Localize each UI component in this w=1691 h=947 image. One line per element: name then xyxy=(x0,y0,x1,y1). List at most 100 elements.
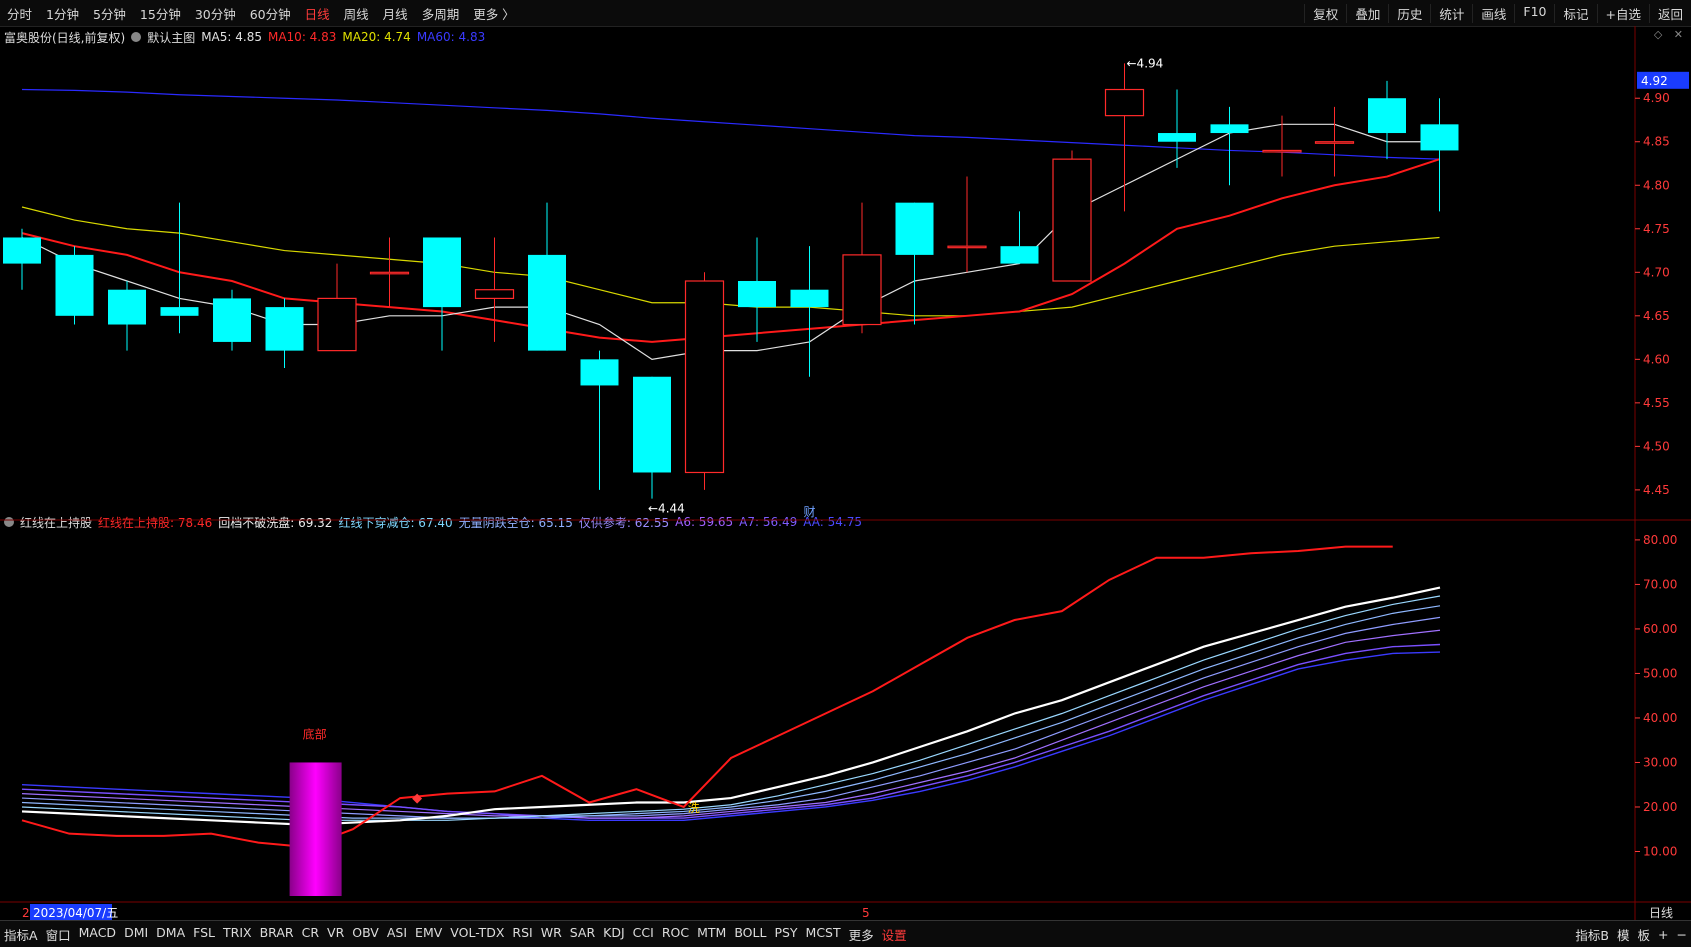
indicator-tab[interactable]: 窗口 xyxy=(42,925,75,944)
bottom-control[interactable]: − xyxy=(1673,927,1691,942)
indicator-tab[interactable]: SAR xyxy=(566,925,599,944)
indicator-tab[interactable]: 指标A xyxy=(0,925,42,944)
indicator-tab[interactable]: DMA xyxy=(152,925,189,944)
indicator-tab[interactable]: KDJ xyxy=(599,925,629,944)
y-tick-label: 4.90 xyxy=(1643,91,1670,105)
axis-marker: 2 xyxy=(22,906,30,920)
toolbar-button[interactable]: +自选 xyxy=(1596,3,1649,23)
toolbar-button[interactable]: 复权 xyxy=(1304,3,1346,23)
period-label: 日线 xyxy=(1649,906,1673,920)
candle-body xyxy=(317,297,357,352)
signal-marker: 洗 xyxy=(688,801,700,815)
y-tick-label: 4.65 xyxy=(1643,309,1670,323)
indicator-tab[interactable]: CCI xyxy=(629,925,658,944)
candle-body xyxy=(55,254,94,316)
high-price-label: ←4.94 xyxy=(1127,56,1164,70)
candle-body xyxy=(528,254,566,351)
period-tab[interactable]: 60分钟 xyxy=(243,4,298,23)
series-line xyxy=(21,629,1441,819)
toolbar-button[interactable]: F10 xyxy=(1514,3,1554,23)
period-tab[interactable]: 周线 xyxy=(337,4,376,23)
candle-body xyxy=(1262,149,1302,153)
candle-body xyxy=(684,280,725,474)
indicator-tab[interactable]: ROC xyxy=(658,925,693,944)
candle-body xyxy=(842,254,882,326)
candle-body xyxy=(108,289,146,325)
period-tab[interactable]: 15分钟 xyxy=(133,4,188,23)
period-tab[interactable]: 分时 xyxy=(0,4,39,23)
candle-body xyxy=(1420,124,1459,151)
series-line xyxy=(21,616,1441,819)
y-tick-label: 4.45 xyxy=(1643,483,1670,497)
candle-body xyxy=(265,307,304,351)
toolbar-button[interactable]: 统计 xyxy=(1430,3,1472,23)
toolbar-button[interactable]: 返回 xyxy=(1648,3,1691,23)
bottom-signal-label: 底部 xyxy=(303,726,327,741)
indicator-tab[interactable]: TRIX xyxy=(219,925,256,944)
bottom-control[interactable]: 模 xyxy=(1613,925,1634,944)
y-tick-label: 70.00 xyxy=(1643,577,1677,591)
toolbar-button[interactable]: 叠加 xyxy=(1346,3,1388,23)
bottom-control[interactable]: + xyxy=(1654,927,1672,942)
indicator-tab[interactable]: RSI xyxy=(508,925,536,944)
bottom-control[interactable]: 板 xyxy=(1634,925,1655,944)
indicator-tab[interactable]: MCST xyxy=(802,925,845,944)
period-toolbar: 分时 1分钟 5分钟 15分钟 30分钟 60分钟 日线 周线 月线 多周期 更多 〉 复权 叠加 历史… xyxy=(0,0,1691,27)
toolbar-button[interactable]: 历史 xyxy=(1388,3,1430,23)
date-label: 2023/04/07/五 xyxy=(33,906,118,920)
indicator-tab[interactable]: MTM xyxy=(693,925,730,944)
y-tick-label: 4.50 xyxy=(1643,439,1670,453)
period-tab[interactable]: 日线 xyxy=(298,4,337,23)
indicator-tab[interactable]: OBV xyxy=(348,925,383,944)
indicator-tab[interactable]: CR xyxy=(298,925,323,944)
toolbar-button[interactable]: 标记 xyxy=(1554,3,1596,23)
indicator-tab[interactable]: BRAR xyxy=(256,925,298,944)
indicator-tabs-bar: 指标A 窗口 MACD DMI DMA FSL TRIX BRAR CR VR OBV ASI EMV V… xyxy=(0,920,1691,947)
indicator-tab[interactable]: ASI xyxy=(383,925,411,944)
series-line xyxy=(21,545,1393,849)
period-tab[interactable]: 月线 xyxy=(376,4,415,23)
indicator-tab[interactable]: EMV xyxy=(411,925,446,944)
candle-body xyxy=(423,237,461,308)
candle-body xyxy=(213,298,251,342)
candle-body xyxy=(1314,141,1355,144)
candle-body xyxy=(160,307,199,316)
candle-body xyxy=(1210,124,1249,134)
period-tab[interactable]: 多周期 xyxy=(415,4,467,23)
chart-area[interactable]: 4.45 4.50 4.55 4.60 4.65 4.70 4.75 4.80 4.85 4.90… xyxy=(0,26,1691,920)
y-tick-label: 30.00 xyxy=(1643,755,1677,769)
indicator-tab[interactable]: WR xyxy=(537,925,566,944)
indicator-tab[interactable]: FSL xyxy=(189,925,219,944)
indicator-tab[interactable]: 设置 xyxy=(878,925,911,944)
indicator-tab[interactable]: BOLL xyxy=(730,925,770,944)
indicator-tab[interactable]: VR xyxy=(323,925,348,944)
candle-body xyxy=(474,289,515,300)
candle-body xyxy=(1052,158,1092,282)
period-tab[interactable]: 1分钟 xyxy=(39,4,86,23)
indicator-tab[interactable]: 更多 xyxy=(845,925,878,944)
candle-body xyxy=(1368,98,1406,134)
low-price-label: ←4.44 xyxy=(648,502,685,516)
series-line xyxy=(21,651,1441,822)
indicator-tab[interactable]: VOL-TDX xyxy=(446,925,508,944)
indicator-tab[interactable]: DMI xyxy=(120,925,152,944)
indicator-tab[interactable]: PSY xyxy=(770,925,801,944)
period-tab[interactable]: 5分钟 xyxy=(86,4,133,23)
candle-body xyxy=(3,237,41,264)
event-marker: 财 xyxy=(804,505,816,519)
candle-body xyxy=(369,271,410,275)
bottom-control[interactable]: 指标B xyxy=(1571,925,1613,944)
candle-body xyxy=(1000,246,1039,264)
candle-body xyxy=(790,289,829,308)
series-line xyxy=(21,605,1441,819)
y-tick-label: 50.00 xyxy=(1643,666,1677,680)
toolbar-button[interactable]: 画线 xyxy=(1472,3,1514,23)
period-tab[interactable]: 更多 〉 xyxy=(466,4,521,23)
period-tab[interactable]: 30分钟 xyxy=(188,4,243,23)
candle-body xyxy=(895,202,934,255)
y-tick-label: 4.70 xyxy=(1643,265,1670,279)
y-tick-label: 40.00 xyxy=(1643,711,1677,725)
bottom-signal-bar xyxy=(289,762,342,896)
axis-marker: 5 xyxy=(862,906,870,920)
indicator-tab[interactable]: MACD xyxy=(75,925,120,944)
